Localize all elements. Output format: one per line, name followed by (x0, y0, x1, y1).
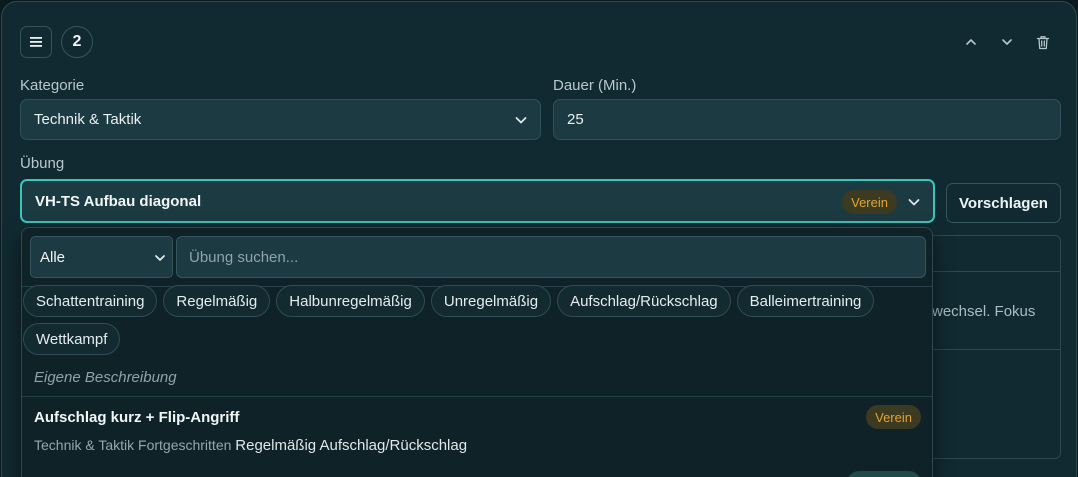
chevron-down-icon (155, 255, 165, 261)
hamburger-icon (30, 37, 42, 47)
divider (918, 271, 1060, 272)
divider (918, 349, 1060, 350)
uebung-select[interactable]: VH-TS Aufbau diagonal Verein (20, 179, 935, 223)
exercise-number-badge: 2 (61, 26, 93, 58)
chip-regelmaessig[interactable]: Regelmäßig (163, 285, 271, 317)
description-text-partial: wechsel. Fokus (932, 303, 1036, 320)
tag-filter-chips: Schattentraining Regelmäßig Halbunregelm… (23, 285, 928, 355)
exercise-option-meta: Technik & Taktik Fortgeschritten Regelmä… (34, 437, 467, 454)
kategorie-label: Kategorie (20, 77, 85, 94)
chip-halbunregelmaessig[interactable]: Halbunregelmäßig (276, 285, 425, 317)
kategorie-value: Technik & Taktik (34, 111, 142, 128)
verein-badge: Verein (842, 190, 897, 214)
dauer-label: Dauer (Min.) (553, 77, 637, 94)
category-filter-select[interactable]: Alle (30, 236, 173, 278)
exercise-tags: Regelmäßig Aufschlag/Rückschlag (235, 437, 468, 454)
kategorie-select[interactable]: Technik & Taktik (20, 99, 541, 140)
description-panel (917, 235, 1061, 459)
dauer-value: 25 (567, 111, 584, 128)
chip-unregelmaessig[interactable]: Unregelmäßig (430, 285, 552, 317)
uebung-value: VH-TS Aufbau diagonal (35, 192, 202, 210)
chip-schattentraining[interactable]: Schattentraining (23, 285, 158, 317)
exercise-card: 2 Kategorie Technik & Taktik Dauer (Min.… (1, 1, 1077, 477)
exercise-option-title[interactable]: Aufschlag kurz + Flip-Angriff (34, 409, 239, 426)
delete-button[interactable] (1033, 32, 1053, 52)
exercise-level: Fortgeschritten (138, 437, 232, 453)
exercise-search-input[interactable] (176, 236, 926, 278)
uebung-label: Übung (20, 155, 65, 172)
custom-description-option[interactable]: Eigene Beschreibung (34, 369, 177, 386)
chevron-down-icon (908, 199, 920, 206)
divider (22, 396, 932, 397)
chip-wettkampf[interactable]: Wettkampf (23, 323, 121, 355)
chevron-up-icon (966, 39, 976, 45)
move-up-button[interactable] (961, 32, 981, 52)
chip-aufschlag-rueckschlag[interactable]: Aufschlag/Rückschlag (557, 285, 731, 317)
drag-menu-button[interactable] (20, 26, 52, 58)
exercise-category: Technik & Taktik (34, 437, 135, 453)
chevron-down-icon (1002, 39, 1012, 45)
chip-balleimertraining[interactable]: Balleimertraining (736, 285, 875, 317)
suggest-button[interactable]: Vorschlagen (946, 183, 1061, 223)
exercise-dropdown: Alle Schattentraining Regelmäßig Halbunr… (21, 227, 933, 477)
category-filter-value: Alle (40, 248, 66, 266)
chevron-down-icon (515, 117, 527, 124)
trash-icon (1036, 35, 1050, 49)
move-down-button[interactable] (997, 32, 1017, 52)
verein-badge: Verein (866, 405, 921, 429)
dauer-input[interactable]: 25 (553, 99, 1061, 140)
next-option-badge (847, 471, 921, 477)
